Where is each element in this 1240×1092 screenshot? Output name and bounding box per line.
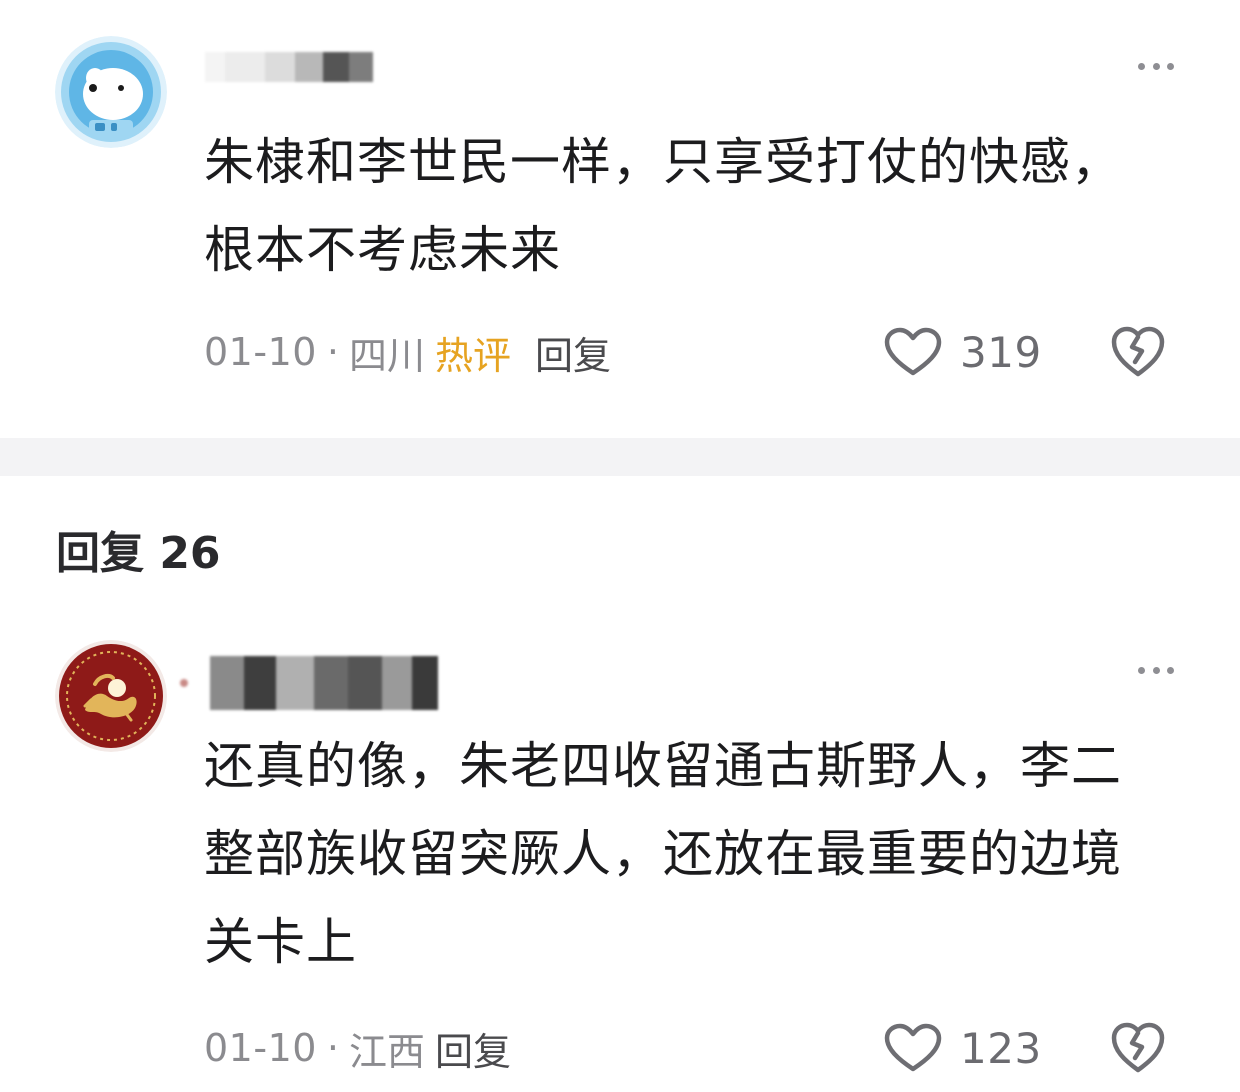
comment-text: 朱棣和李世民一样，只享受打仗的快感， 根本不考虑未来 bbox=[204, 118, 1194, 294]
comment-text-line: 还真的像，朱老四收留通古斯野人，李二 bbox=[204, 737, 1122, 795]
dragon-emblem-icon bbox=[55, 640, 167, 752]
more-options-icon[interactable] bbox=[1138, 58, 1174, 74]
username-censored[interactable] bbox=[205, 52, 373, 82]
reply-button[interactable]: 回复 bbox=[535, 325, 611, 380]
dislike-button[interactable] bbox=[1108, 322, 1168, 382]
broken-heart-icon bbox=[1111, 326, 1165, 377]
comment-meta: 01-10 · 四川 热评 回复 bbox=[204, 322, 611, 382]
user-avatar[interactable] bbox=[55, 640, 167, 752]
comment-location: 四川 bbox=[349, 333, 426, 378]
comment-location: 江西 bbox=[349, 1029, 426, 1074]
heart-icon bbox=[884, 1023, 942, 1072]
like-count: 319 bbox=[960, 327, 1042, 377]
comment-text-line: 朱棣和李世民一样，只享受打仗的快感， bbox=[204, 133, 1122, 191]
user-avatar[interactable] bbox=[55, 36, 167, 148]
hot-comment-badge: 热评 bbox=[435, 333, 512, 378]
comment-date: 01-10 bbox=[204, 1026, 317, 1070]
more-options-icon[interactable] bbox=[1138, 662, 1174, 678]
like-button[interactable]: 319 bbox=[884, 322, 1042, 382]
comment-text: 还真的像，朱老四收留通古斯野人，李二 整部族收留突厥人，还放在最重要的边境 关卡… bbox=[204, 722, 1194, 986]
section-divider bbox=[0, 438, 1240, 476]
meta-separator: · bbox=[326, 1026, 340, 1070]
comment-text-line: 整部族收留突厥人，还放在最重要的边境 bbox=[204, 825, 1122, 883]
meta-separator: · bbox=[326, 330, 340, 374]
reply-comment: 还真的像，朱老四收留通古斯野人，李二 整部族收留突厥人，还放在最重要的边境 关卡… bbox=[0, 630, 1240, 1092]
reply-button[interactable]: 回复 bbox=[435, 1021, 511, 1076]
broken-heart-icon bbox=[1111, 1022, 1165, 1073]
username-censored[interactable] bbox=[180, 656, 438, 710]
replies-count-heading: 回复 26 bbox=[56, 528, 221, 579]
comment-text-line: 关卡上 bbox=[204, 913, 357, 971]
dislike-button[interactable] bbox=[1108, 1018, 1168, 1078]
polar-bear-astronaut-icon bbox=[55, 36, 167, 148]
comment-date: 01-10 bbox=[204, 330, 317, 374]
main-comment: 朱棣和李世民一样，只享受打仗的快感， 根本不考虑未来 01-10 · 四川 热评… bbox=[0, 0, 1240, 438]
like-button[interactable]: 123 bbox=[884, 1018, 1042, 1078]
heart-icon bbox=[884, 327, 942, 376]
comment-meta: 01-10 · 江西 回复 bbox=[204, 1018, 511, 1078]
like-count: 123 bbox=[960, 1023, 1042, 1073]
comment-text-line: 根本不考虑未来 bbox=[204, 221, 561, 279]
